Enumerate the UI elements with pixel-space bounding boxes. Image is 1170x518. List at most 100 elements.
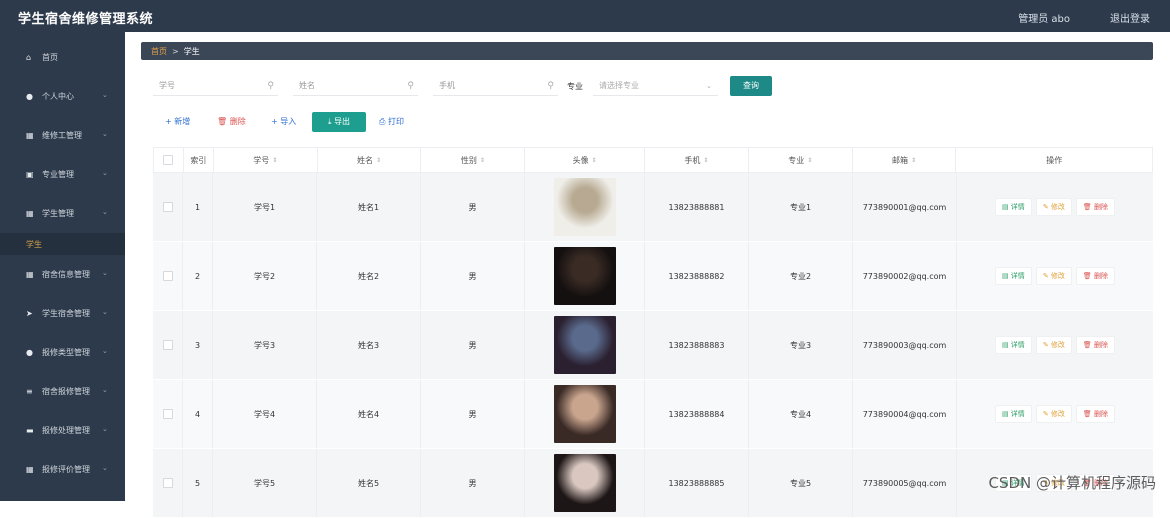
header-major[interactable]: 专业 ⇕ — [749, 148, 853, 172]
row-checkbox[interactable] — [162, 478, 173, 488]
chevron-down-icon: ⌄ — [102, 269, 108, 277]
cell-phone: 13823888884 — [645, 380, 749, 448]
breadcrumb: 首页 > 学生 — [141, 42, 1153, 60]
watermark-text: CSDN @计算机程序源码 — [988, 474, 1156, 492]
logout-link[interactable]: 退出登录 — [1110, 10, 1150, 25]
sidebar-item-repair-eval[interactable]: ▦ 报修评价管理 ⌄ — [0, 450, 125, 489]
row-checkbox[interactable] — [162, 340, 173, 350]
delete-button[interactable]: 🗑 删除 — [1075, 198, 1116, 216]
header-label: 专业 — [788, 155, 805, 165]
delete-button[interactable]: 🗑 删除 — [1075, 336, 1116, 354]
cell-actions: ▤ 详情 ✎ 修改 🗑 删除 — [957, 173, 1153, 241]
detail-button[interactable]: ▤ 详情 — [994, 336, 1032, 354]
detail-button[interactable]: ▤ 详情 — [994, 198, 1032, 216]
sidebar: ⌂ 首页 ● 个人中心 ⌄ ▦ 维修工管理 ⌄ ▣ 专业管理 ⌄ ▦ 学生管理 … — [0, 32, 125, 501]
add-button[interactable]: + 新增 — [165, 112, 190, 132]
avatar — [553, 316, 616, 374]
delete-button[interactable]: 🗑 删除 — [1075, 405, 1116, 423]
sort-icon[interactable]: ⇕ — [272, 157, 277, 164]
header-avatar[interactable]: 头像 ⇕ — [525, 148, 646, 172]
sort-icon[interactable]: ⇕ — [807, 157, 812, 164]
table-header: 索引 学号 ⇕ 姓名 ⇕ 性别 ⇕ 头像 ⇕ 手机 ⇕ 专业 ⇕ 邮箱 ⇕ 操作 — [153, 147, 1153, 173]
search-icon: ⚲ — [407, 81, 414, 91]
header-email[interactable]: 邮箱 ⇕ — [853, 148, 957, 172]
cell-index: 3 — [183, 311, 213, 379]
header-name[interactable]: 姓名 ⇕ — [318, 148, 422, 172]
sidebar-item-label: 报修处理管理 — [42, 426, 90, 435]
sort-icon[interactable]: ⇕ — [376, 157, 381, 164]
import-button[interactable]: + 导入 — [271, 112, 296, 132]
breadcrumb-separator: > — [172, 46, 179, 56]
cell-email: 773890002@qq.com — [853, 242, 957, 310]
table-row: 2 学号2 姓名2 男 13823888882 专业2 773890002@qq.com ▤ … — [153, 242, 1153, 311]
row-checkbox[interactable] — [162, 409, 173, 419]
query-button[interactable]: 查询 — [730, 76, 772, 96]
sidebar-item-home[interactable]: ⌂ 首页 — [0, 38, 125, 77]
cell-gender: 男 — [421, 242, 525, 310]
cell-index: 5 — [183, 449, 213, 517]
sidebar-item-label: 报修评价管理 — [42, 465, 90, 474]
sidebar-item-repair-handle[interactable]: ▬ 报修处理管理 ⌄ — [0, 411, 125, 450]
sort-icon[interactable]: ⇕ — [592, 157, 597, 164]
edit-button[interactable]: ✎ 修改 — [1035, 336, 1072, 354]
row-checkbox[interactable] — [162, 271, 173, 281]
print-button[interactable]: ⎙ 打印 — [379, 112, 404, 132]
phone-input[interactable]: 手机 ⚲ — [433, 76, 558, 96]
sidebar-item-dorm-repair[interactable]: ≡ 宿舍报修管理 ⌄ — [0, 372, 125, 411]
chevron-down-icon: ⌄ — [102, 464, 108, 472]
sort-icon[interactable]: ⇕ — [703, 157, 708, 164]
select-all-checkbox[interactable] — [163, 155, 174, 165]
sidebar-item-label: 个人中心 — [42, 92, 74, 101]
name-input[interactable]: 姓名 ⚲ — [293, 76, 418, 96]
edit-button[interactable]: ✎ 修改 — [1035, 267, 1072, 285]
cell-student-no: 学号4 — [213, 380, 317, 448]
cell-name: 姓名2 — [317, 242, 421, 310]
sidebar-item-dorm-info[interactable]: ▦ 宿舍信息管理 ⌄ — [0, 255, 125, 294]
select-all-cell[interactable] — [154, 148, 184, 172]
cell-avatar — [525, 380, 645, 448]
detail-button[interactable]: ▤ 详情 — [994, 267, 1032, 285]
student-no-input[interactable]: 学号 ⚲ — [153, 76, 278, 96]
row-select-cell — [153, 242, 183, 310]
cell-phone: 13823888885 — [645, 449, 749, 517]
major-label: 专业 — [567, 82, 583, 91]
sidebar-item-profile[interactable]: ● 个人中心 ⌄ — [0, 77, 125, 116]
grid-icon: ▦ — [26, 131, 34, 140]
sidebar-item-repairer[interactable]: ▦ 维修工管理 ⌄ — [0, 116, 125, 155]
phone-placeholder: 手机 — [439, 81, 455, 90]
header-student-no[interactable]: 学号 ⇕ — [214, 148, 318, 172]
sidebar-item-student[interactable]: ▦ 学生管理 ⌄ — [0, 194, 125, 233]
top-bar: 学生宿舍维修管理系统 管理员 abo 退出登录 — [0, 0, 1170, 32]
delete-button[interactable]: 🗑 删除 — [1075, 267, 1116, 285]
home-icon: ⌂ — [26, 53, 32, 62]
sidebar-item-repair-type[interactable]: ● 报修类型管理 ⌄ — [0, 333, 125, 372]
cell-name: 姓名3 — [317, 311, 421, 379]
cell-gender: 男 — [421, 173, 525, 241]
breadcrumb-home[interactable]: 首页 — [151, 46, 167, 57]
row-checkbox[interactable] — [162, 202, 173, 212]
cell-email: 773890005@qq.com — [853, 449, 957, 517]
sidebar-item-label: 首页 — [42, 53, 58, 62]
batch-delete-button[interactable]: 🗑 删除 — [217, 112, 246, 132]
sidebar-item-label: 宿舍报修管理 — [42, 387, 90, 396]
edit-button[interactable]: ✎ 修改 — [1035, 198, 1072, 216]
export-button[interactable]: ⤓ 导出 — [312, 112, 366, 132]
user-icon: ● — [26, 92, 33, 101]
sort-icon[interactable]: ⇕ — [480, 157, 485, 164]
sidebar-item-label: 宿舍信息管理 — [42, 270, 90, 279]
sort-icon[interactable]: ⇕ — [911, 157, 916, 164]
header-label: 手机 — [684, 155, 701, 165]
header-phone[interactable]: 手机 ⇕ — [645, 148, 749, 172]
sidebar-item-major[interactable]: ▣ 专业管理 ⌄ — [0, 155, 125, 194]
major-select[interactable]: 请选择专业 ⌄ — [593, 76, 718, 96]
chevron-down-icon: ⌄ — [102, 386, 108, 394]
sidebar-item-student-dorm[interactable]: ➤ 学生宿舍管理 ⌄ — [0, 294, 125, 333]
sidebar-subitem-student[interactable]: 学生 — [0, 233, 125, 255]
chevron-down-icon: ⌄ — [102, 169, 108, 177]
header-actions: 操作 — [1046, 155, 1063, 165]
cell-name: 姓名5 — [317, 449, 421, 517]
edit-button[interactable]: ✎ 修改 — [1035, 405, 1072, 423]
table-body: 1 学号1 姓名1 男 13823888881 专业1 773890001@qq.com ▤ … — [153, 173, 1153, 518]
detail-button[interactable]: ▤ 详情 — [994, 405, 1032, 423]
header-gender[interactable]: 性别 ⇕ — [421, 148, 526, 172]
